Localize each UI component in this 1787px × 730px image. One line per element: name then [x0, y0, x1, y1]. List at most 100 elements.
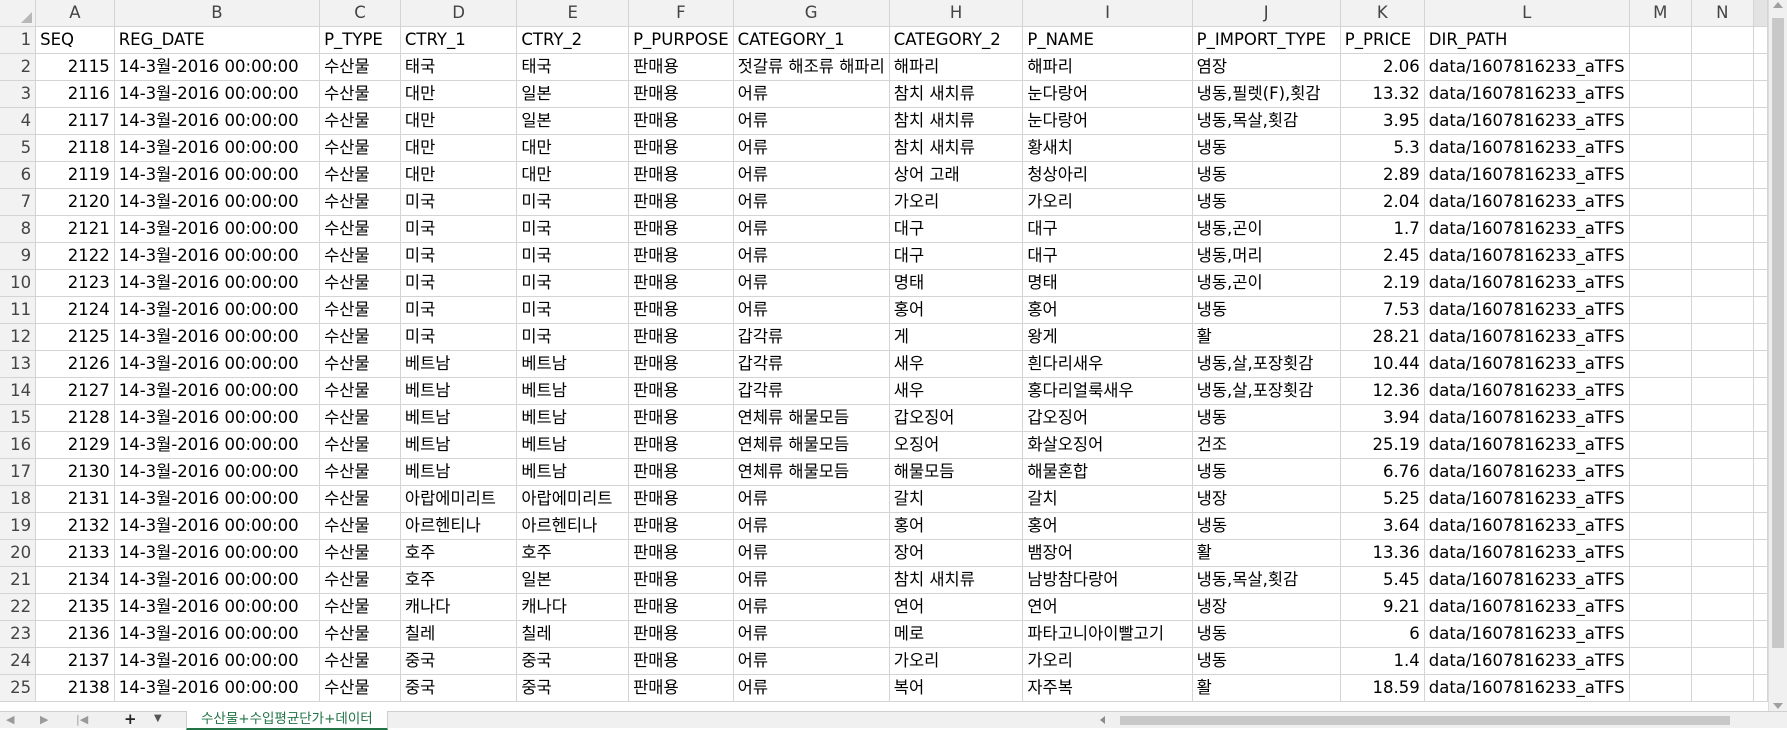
data-cell[interactable] — [1753, 566, 1768, 594]
data-cell[interactable]: 14-3월-2016 00:00:00 — [114, 566, 321, 594]
data-cell[interactable]: 남방참다랑어 — [1022, 566, 1193, 594]
data-cell[interactable]: 28.21 — [1340, 323, 1425, 351]
data-cell[interactable]: data/1607816233_aTFS — [1424, 188, 1630, 216]
data-cell[interactable]: 대구 — [889, 242, 1024, 270]
data-cell[interactable]: 수산물 — [319, 323, 401, 351]
data-cell[interactable]: 14-3월-2016 00:00:00 — [114, 134, 321, 162]
row-header[interactable]: 14 — [0, 377, 37, 405]
data-cell[interactable]: 미국 — [400, 242, 518, 270]
data-cell[interactable]: 어류 — [733, 107, 890, 135]
row-header[interactable]: 12 — [0, 323, 37, 351]
data-cell[interactable] — [1753, 215, 1768, 243]
data-cell[interactable]: 아르헨티나 — [400, 512, 518, 540]
data-cell[interactable]: 14-3월-2016 00:00:00 — [114, 431, 321, 459]
data-cell[interactable]: 14-3월-2016 00:00:00 — [114, 53, 321, 81]
data-cell[interactable]: 미국 — [516, 269, 630, 297]
data-cell[interactable]: 2.89 — [1340, 161, 1425, 189]
data-cell[interactable] — [1629, 647, 1693, 675]
data-cell[interactable] — [1753, 485, 1768, 513]
data-cell[interactable]: 베트남 — [400, 458, 518, 486]
data-cell[interactable] — [1629, 458, 1693, 486]
data-cell[interactable]: 수산물 — [319, 458, 401, 486]
data-cell[interactable]: 2130 — [35, 458, 115, 486]
data-cell[interactable]: 아르헨티나 — [516, 512, 630, 540]
data-cell[interactable] — [1753, 431, 1768, 459]
data-cell[interactable]: 갈치 — [1022, 485, 1193, 513]
data-cell[interactable]: 갑오징어 — [1022, 404, 1193, 432]
data-cell[interactable]: 2115 — [35, 53, 115, 81]
data-cell[interactable] — [1629, 269, 1693, 297]
data-cell[interactable]: 2125 — [35, 323, 115, 351]
data-cell[interactable]: 연어 — [889, 593, 1024, 621]
data-cell[interactable]: 장어 — [889, 539, 1024, 567]
data-cell[interactable] — [1691, 161, 1754, 189]
data-cell[interactable] — [1629, 296, 1693, 324]
data-cell[interactable]: 1.7 — [1340, 215, 1425, 243]
data-cell[interactable]: 2128 — [35, 404, 115, 432]
scroll-left-arrow-icon[interactable] — [1100, 716, 1105, 724]
data-cell[interactable]: 홍어 — [1022, 296, 1193, 324]
data-cell[interactable]: 25.19 — [1340, 431, 1425, 459]
data-cell[interactable]: 일본 — [516, 566, 630, 594]
data-cell[interactable]: 베트남 — [516, 431, 630, 459]
row-header[interactable]: 10 — [0, 269, 37, 297]
data-cell[interactable]: data/1607816233_aTFS — [1424, 593, 1630, 621]
data-cell[interactable]: 판매용 — [628, 431, 734, 459]
horizontal-scroll-thumb[interactable] — [1120, 716, 1730, 725]
data-cell[interactable] — [1629, 377, 1693, 405]
data-cell[interactable]: data/1607816233_aTFS — [1424, 134, 1630, 162]
data-cell[interactable] — [1629, 539, 1693, 567]
data-cell[interactable]: 참치 새치류 — [889, 566, 1024, 594]
data-cell[interactable]: 2132 — [35, 512, 115, 540]
data-cell[interactable]: 대만 — [516, 134, 630, 162]
data-cell[interactable]: 수산물 — [319, 242, 401, 270]
data-cell[interactable]: 14-3월-2016 00:00:00 — [114, 296, 321, 324]
data-cell[interactable]: 젓갈류 해조류 해파리 — [733, 53, 890, 81]
row-header[interactable]: 2 — [0, 53, 37, 81]
data-cell[interactable] — [1691, 215, 1754, 243]
data-cell[interactable]: 냉동 — [1192, 620, 1341, 648]
data-cell[interactable]: 연체류 해물모듬 — [733, 458, 890, 486]
data-cell[interactable]: 2134 — [35, 566, 115, 594]
column-header-c[interactable]: C — [319, 0, 401, 27]
data-cell[interactable]: 수산물 — [319, 620, 401, 648]
data-cell[interactable]: 7.53 — [1340, 296, 1425, 324]
data-cell[interactable]: 어류 — [733, 80, 890, 108]
add-sheet-button[interactable]: + — [124, 712, 137, 727]
data-cell[interactable] — [1691, 485, 1754, 513]
data-cell[interactable] — [1753, 242, 1768, 270]
data-cell[interactable]: 홍다리얼룩새우 — [1022, 377, 1193, 405]
data-cell[interactable]: 미국 — [400, 296, 518, 324]
data-cell[interactable] — [1629, 188, 1693, 216]
data-cell[interactable]: 어류 — [733, 161, 890, 189]
data-cell[interactable]: 어류 — [733, 134, 890, 162]
data-cell[interactable]: 홍어 — [889, 296, 1024, 324]
row-header[interactable]: 22 — [0, 593, 37, 621]
header-cell[interactable] — [1753, 26, 1768, 54]
data-cell[interactable]: 대구 — [1022, 215, 1193, 243]
data-cell[interactable] — [1753, 674, 1768, 702]
data-cell[interactable]: 2133 — [35, 539, 115, 567]
data-cell[interactable] — [1629, 431, 1693, 459]
row-header[interactable]: 25 — [0, 674, 37, 702]
data-cell[interactable] — [1691, 458, 1754, 486]
data-cell[interactable]: 활 — [1192, 539, 1341, 567]
data-cell[interactable]: 수산물 — [319, 107, 401, 135]
column-header-b[interactable]: B — [114, 0, 321, 27]
data-cell[interactable]: 냉동,머리 — [1192, 242, 1341, 270]
row-header[interactable]: 4 — [0, 107, 37, 135]
data-cell[interactable]: 14-3월-2016 00:00:00 — [114, 161, 321, 189]
data-cell[interactable]: 수산물 — [319, 161, 401, 189]
data-cell[interactable] — [1629, 620, 1693, 648]
data-cell[interactable]: data/1607816233_aTFS — [1424, 161, 1630, 189]
data-cell[interactable]: 해파리 — [1022, 53, 1193, 81]
data-cell[interactable]: 명태 — [889, 269, 1024, 297]
data-cell[interactable] — [1691, 404, 1754, 432]
data-cell[interactable]: 2123 — [35, 269, 115, 297]
data-cell[interactable]: 수산물 — [319, 215, 401, 243]
data-cell[interactable]: 6 — [1340, 620, 1425, 648]
data-cell[interactable]: 14-3월-2016 00:00:00 — [114, 107, 321, 135]
data-cell[interactable]: 어류 — [733, 593, 890, 621]
data-cell[interactable]: 참치 새치류 — [889, 80, 1024, 108]
data-cell[interactable]: 14-3월-2016 00:00:00 — [114, 674, 321, 702]
